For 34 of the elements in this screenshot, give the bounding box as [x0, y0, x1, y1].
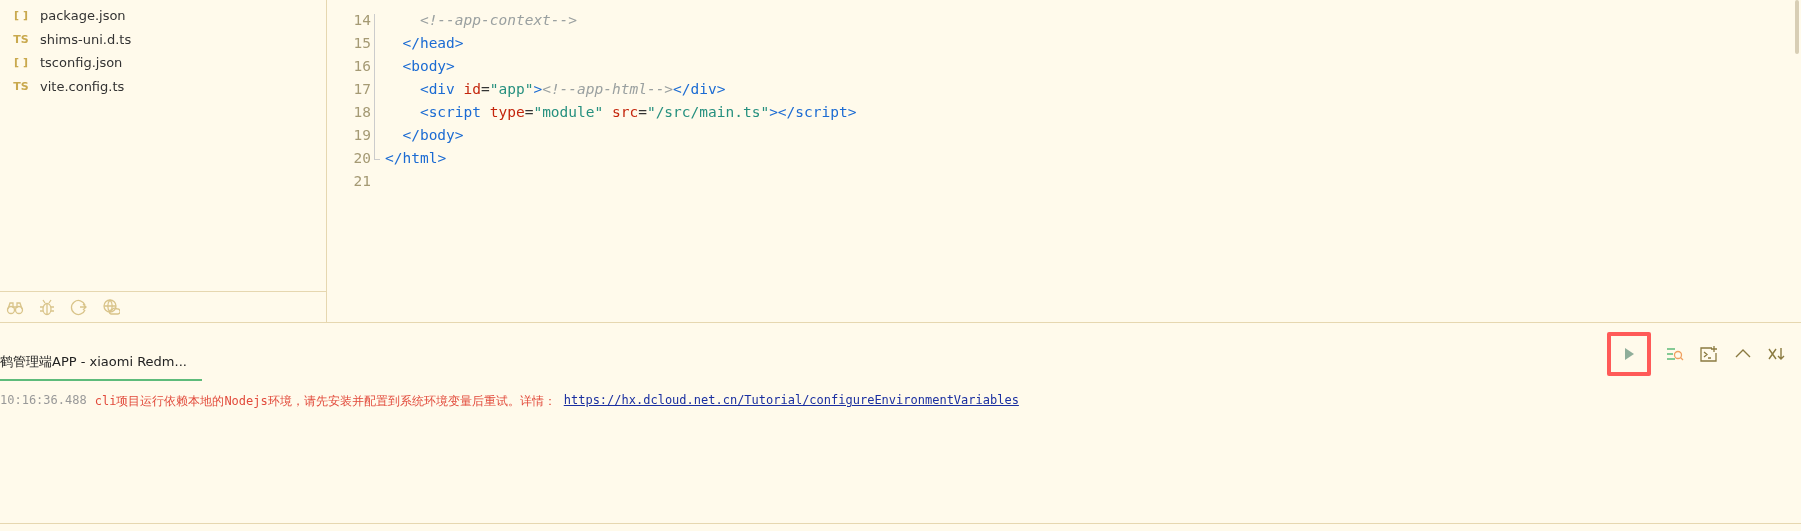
file-type-icon: TS	[12, 79, 30, 93]
line-number: 20	[352, 149, 372, 166]
line-number: 21	[352, 172, 372, 189]
refresh-arrow-icon[interactable]	[70, 298, 88, 316]
terminal-plus-icon	[1700, 345, 1718, 363]
bug-icon[interactable]	[38, 298, 56, 316]
line-number: 19	[352, 126, 372, 143]
code-line: </head>	[402, 34, 464, 51]
file-name[interactable]: package.json	[40, 8, 126, 24]
scrollbar[interactable]	[1795, 0, 1799, 54]
line-number: 14	[352, 11, 372, 28]
line-number: 18	[352, 103, 372, 120]
code-line: <body>	[402, 57, 455, 74]
file-name[interactable]: shims-uni.d.ts	[40, 31, 132, 47]
code-line: <div id="app"><!--app-html--></div>	[419, 80, 726, 97]
code-line: </body>	[402, 126, 464, 143]
code-line: <script type="module" src="/src/main.ts"></script>	[419, 103, 857, 120]
code-line: <!--app-context-->	[419, 11, 578, 28]
globe-cloud-icon[interactable]	[102, 298, 120, 316]
line-number: 16	[352, 57, 372, 74]
file-type-icon: [ ]	[12, 9, 30, 23]
code-line: </html>	[385, 149, 447, 166]
line-number: 17	[352, 80, 372, 97]
log-link[interactable]: https://hx.dcloud.net.cn/Tutorial/configureEnvironmentVariables	[563, 393, 1019, 410]
file-name[interactable]: tsconfig.json	[40, 55, 123, 71]
file-type-icon: [ ]	[12, 56, 30, 70]
line-number: 15	[352, 34, 372, 51]
list-search-icon	[1666, 345, 1684, 363]
log-message: cli项目运行依赖本地的Nodejs环境，请先安装并配置到系统环境变量后重试。详情：	[94, 393, 556, 410]
file-type-icon: TS	[12, 32, 30, 46]
console-tab[interactable]: 鹤管理端APP - xiaomi Redm...	[0, 327, 202, 381]
log-time: 10:16:36.488	[0, 393, 87, 409]
file-name[interactable]: vite.config.ts	[40, 78, 125, 94]
toolbar-button[interactable]	[1607, 332, 1651, 376]
